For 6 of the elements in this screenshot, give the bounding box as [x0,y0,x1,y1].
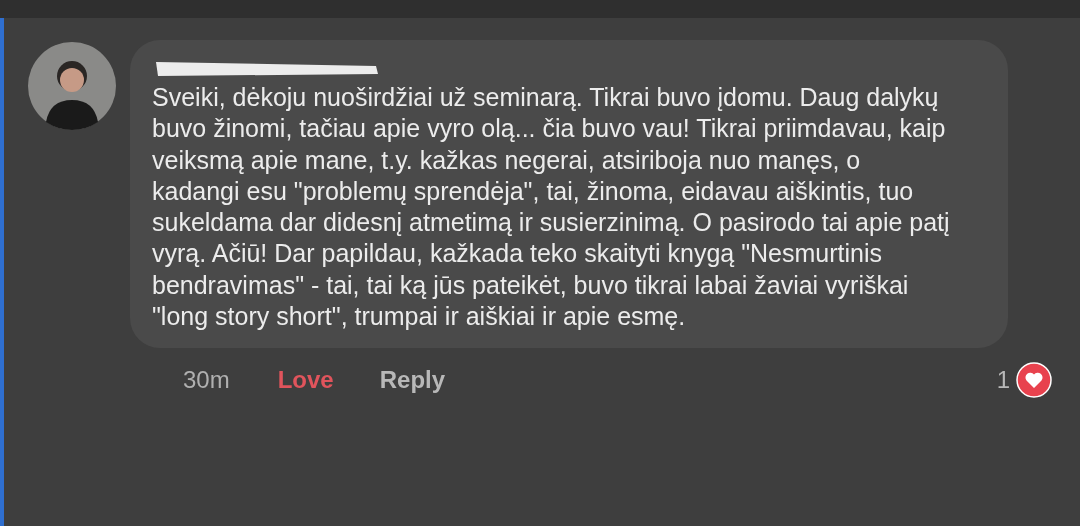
avatar[interactable] [28,42,116,130]
comment-text: Sveiki, dėkoju nuoširdžiai už seminarą. Tikrai buvo įdomu. Daug dalykų buvo žinomi, tačiau apie vyro olą... čia buvo vau! Tikrai priimdavau, kaip veiksmą apie mane, t.y. kažkas negerai, atsiriboja nuo manęs, o kadangi esu "problemų sprendėja", tai, žinoma, eidavau aiškintis, tuo sukeldama dar didesnį atmetimą ir susierzinimą. O pasirodo tai apie patį vyrą. Ačiū! Dar papildau, kažkada teko skaityti knygą "Nesmurtinis bendravimas" - tai, tai ką jūs pateikėt, buvo tikrai labai žaviai vyriškai "long story short", trumpai ir aiškiai ir apie esmę. [152,82,951,333]
reaction-count: 1 [996,366,1010,395]
love-button[interactable]: Love [277,366,334,395]
comment-time: 30m [183,366,230,395]
reply-button[interactable]: Reply [379,366,446,395]
